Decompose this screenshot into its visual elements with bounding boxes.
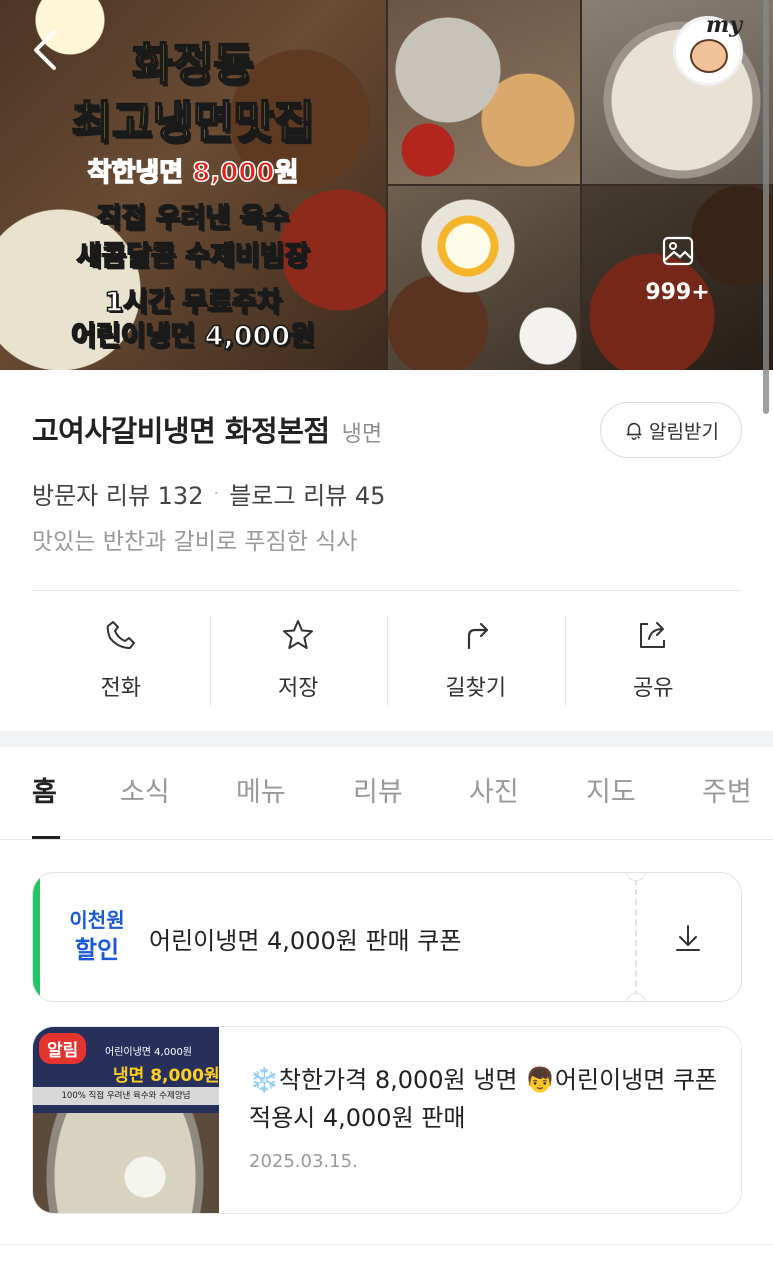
divider xyxy=(0,839,773,840)
avatar-face-icon xyxy=(690,39,728,73)
thumb-headline: 냉면 8,000원 xyxy=(113,1066,219,1086)
coupon-accent-stripe xyxy=(33,873,40,1001)
promo-line: 직접 우려낸 육수 xyxy=(96,202,290,235)
coupon-notch xyxy=(626,993,646,1001)
coupon-notch xyxy=(626,873,646,881)
scrollbar[interactable] xyxy=(763,0,769,414)
save-button[interactable]: 저장 xyxy=(209,614,388,708)
place-name: 고여사갈비냉면 화정본점 xyxy=(32,414,330,448)
thumb-caption: 어린이냉면 4,000원 xyxy=(105,1047,193,1058)
tab-bar: 홈 소식 메뉴 리뷰 사진 지도 주변 xyxy=(0,770,773,840)
star-icon xyxy=(283,620,314,649)
promo-line: 어린이냉면 4,000원 xyxy=(70,320,315,353)
tab-photo[interactable]: 사진 xyxy=(469,770,519,809)
photo-gallery[interactable]: 화정동 최고냉면맛집 착한냉면 8,000원 직접 우려낸 육수 새콤달콤 수제… xyxy=(0,0,773,370)
divider xyxy=(0,1244,773,1245)
news-date: 2025.03.15. xyxy=(249,1151,358,1172)
gallery-photo[interactable] xyxy=(388,0,580,184)
blog-review-link[interactable]: 블로그 리뷰 45 xyxy=(229,476,385,511)
notify-label: 알림받기 xyxy=(649,420,719,443)
divider xyxy=(32,590,742,591)
tab-map[interactable]: 지도 xyxy=(586,770,636,809)
thumb-strip: 100% 직접 우려낸 육수와 수제양념 xyxy=(33,1087,219,1105)
section-gap xyxy=(0,731,773,747)
news-thumbnail: 알림 어린이냉면 4,000원 냉면 8,000원 100% 직접 우려낸 육수… xyxy=(33,1027,219,1213)
coupon-badge: 이천원 할인 xyxy=(63,905,131,971)
call-button[interactable]: 전화 xyxy=(32,614,210,708)
action-label: 전화 xyxy=(100,676,141,701)
coupon-text: 어린이냉면 4,000원 판매 쿠폰 xyxy=(149,927,462,955)
tab-home[interactable]: 홈 xyxy=(32,770,57,809)
action-label: 길찾기 xyxy=(445,676,507,701)
news-card[interactable]: 알림 어린이냉면 4,000원 냉면 8,000원 100% 직접 우려낸 육수… xyxy=(32,1026,742,1214)
action-bar: 전화 저장 길찾기 공유 xyxy=(32,614,742,708)
directions-icon xyxy=(467,622,488,650)
gallery-photo[interactable] xyxy=(582,0,773,184)
directions-button[interactable]: 길찾기 xyxy=(387,614,565,708)
promo-price: 착한냉면 8,000원 xyxy=(87,157,299,189)
action-label: 저장 xyxy=(278,676,319,701)
share-button[interactable]: 공유 xyxy=(564,614,743,708)
tab-review[interactable]: 리뷰 xyxy=(353,770,403,809)
phone-icon xyxy=(106,621,135,649)
image-icon xyxy=(662,236,693,266)
download-icon[interactable] xyxy=(671,921,705,955)
visitor-review-link[interactable]: 방문자 리뷰 132 xyxy=(32,476,203,511)
tab-news[interactable]: 소식 xyxy=(120,770,170,809)
back-arrow-icon[interactable] xyxy=(28,28,64,72)
alert-badge: 알림 xyxy=(39,1033,87,1064)
photo-count[interactable]: 999+ xyxy=(582,236,773,305)
promo-line: 새콤달콤 수제비빔장 xyxy=(76,240,310,273)
news-title: ❄️착한가격 8,000원 냉면 👦어린이냉면 쿠폰적용시 4,000원 판매 xyxy=(249,1066,718,1132)
coupon-dashed-divider xyxy=(635,879,637,997)
separator-dot: · xyxy=(213,483,220,504)
tab-nearby[interactable]: 주변 xyxy=(702,770,752,809)
place-header: 고여사갈비냉면 화정본점 냉면 xyxy=(32,408,382,450)
gallery-photo[interactable] xyxy=(388,186,580,370)
place-category: 냉면 xyxy=(341,422,383,447)
review-stats: 방문자 리뷰 132 · 블로그 리뷰 45 xyxy=(32,476,385,511)
promo-subtitle: 최고냉면맛집 xyxy=(71,96,316,149)
coupon-card[interactable]: 이천원 할인 어린이냉면 4,000원 판매 쿠폰 xyxy=(32,872,742,1002)
bell-icon xyxy=(626,422,642,440)
my-label[interactable]: my xyxy=(706,12,742,38)
action-label: 공유 xyxy=(633,676,674,701)
share-icon xyxy=(640,622,666,648)
notify-button[interactable]: 알림받기 xyxy=(600,402,742,458)
photo-count-label: 999+ xyxy=(645,280,710,305)
tab-menu[interactable]: 메뉴 xyxy=(236,770,286,809)
place-description: 맛있는 반찬과 갈비로 푸짐한 식사 xyxy=(32,529,358,555)
